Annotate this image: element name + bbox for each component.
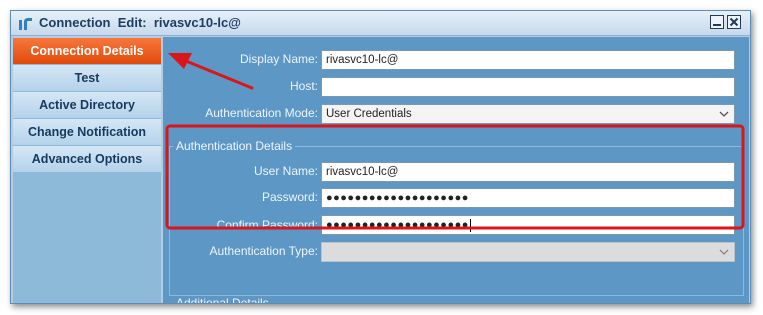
auth-details-legend: Authentication Details <box>173 139 296 153</box>
close-icon <box>729 17 739 27</box>
minimize-button[interactable] <box>710 15 724 29</box>
sidebar-item-change-notification[interactable]: Change Notification <box>13 119 161 145</box>
host-label: Host: <box>289 79 318 93</box>
host-input[interactable] <box>321 77 735 97</box>
window-title: Connection Edit: rivasvc10-lc@ <box>39 15 241 30</box>
auth-mode-select[interactable]: User Credentials <box>321 104 735 124</box>
sidebar-item-active-directory[interactable]: Active Directory <box>13 92 161 118</box>
additional-details-legend: Additional Details <box>173 296 272 303</box>
confirm-password-label: Confirm Password: <box>216 218 318 232</box>
password-label: Password: <box>261 190 318 204</box>
password-input[interactable]: ●●●●●●●●●●●●●●●●●●●● <box>321 188 735 208</box>
chevron-down-icon <box>719 249 729 255</box>
connection-edit-window: Connection Edit: rivasvc10-lc@ Connectio… <box>10 10 751 304</box>
auth-mode-value: User Credentials <box>326 108 412 120</box>
sidebar-item-connection-details[interactable]: Connection Details <box>13 38 161 64</box>
display-name-label: Display Name: <box>239 52 318 66</box>
display-name-input[interactable]: rivasvc10-lc@ <box>321 50 735 70</box>
auth-type-label: Authentication Type: <box>209 244 318 258</box>
minimize-icon <box>713 24 721 26</box>
user-name-label: User Name: <box>253 164 318 178</box>
close-button[interactable] <box>727 15 741 29</box>
auth-type-select[interactable] <box>321 242 735 262</box>
confirm-password-input[interactable]: ●●●●●●●●●●●●●●●●●●●● <box>321 215 735 235</box>
title-bar[interactable]: Connection Edit: rivasvc10-lc@ <box>11 11 750 36</box>
connection-details-panel: Display Name: rivasvc10-lc@ Host: Authen… <box>163 37 749 304</box>
additional-details-group <box>169 303 744 304</box>
sidebar-item-test[interactable]: Test <box>13 65 161 91</box>
sidebar-nav: Connection Details Test Active Directory… <box>13 38 161 303</box>
confirm-password-value: ●●●●●●●●●●●●●●●●●●●● <box>326 219 469 231</box>
sidebar-item-advanced-options[interactable]: Advanced Options <box>13 146 161 172</box>
user-name-input[interactable]: rivasvc10-lc@ <box>321 162 735 182</box>
auth-mode-label: Authentication Mode: <box>205 106 318 120</box>
text-caret <box>469 218 471 232</box>
app-logo-icon <box>17 15 33 31</box>
chevron-down-icon <box>719 111 729 117</box>
